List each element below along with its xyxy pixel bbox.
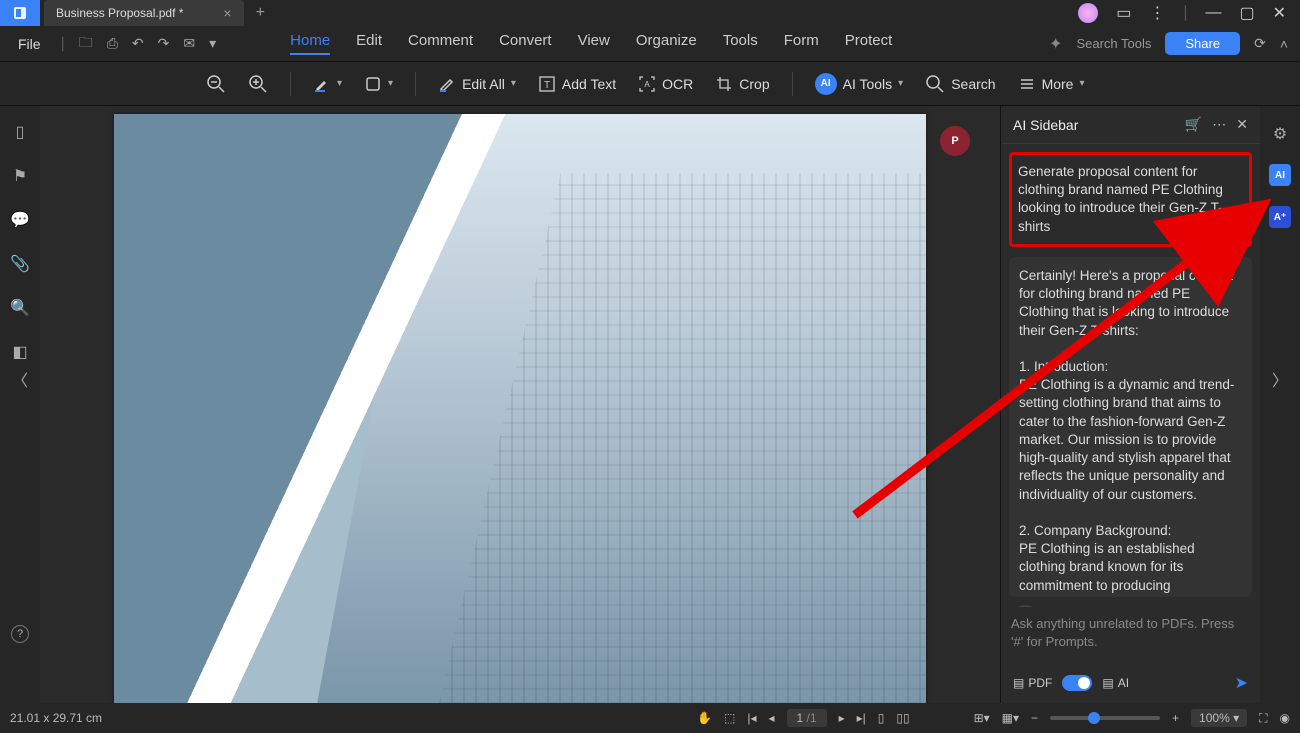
dropdown-icon[interactable]: ▾ [209, 35, 216, 52]
ai-sidebar: AI Sidebar 🛒 ⋯ ✕ Generate proposal conte… [1000, 106, 1260, 703]
tab-title: Business Proposal.pdf * [56, 6, 183, 20]
tab-form[interactable]: Form [784, 32, 819, 55]
zoom-slider[interactable] [1050, 716, 1160, 720]
prev-page-icon[interactable]: ◂ [768, 711, 774, 725]
mail-icon[interactable]: ✉ [183, 35, 195, 52]
next-page-icon[interactable]: ▸ [839, 711, 845, 725]
send-icon[interactable]: ➤ [1235, 673, 1248, 693]
zoom-in-status-icon[interactable]: + [1172, 711, 1179, 725]
hand-tool-icon[interactable]: ✋ [697, 711, 712, 725]
select-tool-icon[interactable]: ⬚ [724, 711, 735, 725]
ai-panel-icon[interactable]: AI [1269, 164, 1291, 186]
zoom-out-icon[interactable] [206, 74, 226, 94]
attachment-icon[interactable]: 📎 [10, 254, 30, 274]
help-icon[interactable]: ? [11, 625, 29, 643]
fit-width-icon[interactable]: ⊞▾ [974, 711, 990, 725]
add-text-tool[interactable]: TAdd Text [538, 75, 616, 93]
tab-convert[interactable]: Convert [499, 32, 552, 55]
ai-input[interactable]: Ask anything unrelated to PDFs. Press '#… [1001, 607, 1260, 663]
collapse-ribbon-icon[interactable]: ˄ [1280, 36, 1288, 52]
translate-icon[interactable]: A⁺ [1269, 206, 1291, 228]
new-tab-button[interactable]: + [256, 4, 265, 22]
pdf-chip: ▤ PDF [1013, 676, 1052, 690]
ppt-badge-icon[interactable]: P [940, 126, 970, 156]
print-icon[interactable]: ⎙ [107, 35, 118, 52]
pdf-page [114, 114, 926, 703]
svg-text:A: A [644, 80, 650, 89]
comment-panel-icon[interactable]: 💬 [10, 210, 30, 230]
highlight-tool[interactable]: ▾ [313, 75, 342, 93]
settings-icon[interactable]: ⚙ [1273, 124, 1287, 144]
ocr-tool[interactable]: AOCR [638, 75, 693, 93]
fit-page-icon[interactable]: ▦▾ [1002, 711, 1019, 725]
more-options-icon[interactable]: ⋯ [1212, 116, 1226, 133]
maximize-icon[interactable]: ▢ [1239, 3, 1254, 23]
right-sidebar: ⚙ AI A⁺ [1260, 106, 1300, 703]
app-icon[interactable] [0, 0, 40, 26]
tab-tools[interactable]: Tools [723, 32, 758, 55]
crop-tool[interactable]: Crop [715, 75, 769, 93]
close-sidebar-icon[interactable]: ✕ [1236, 116, 1248, 133]
svg-text:T: T [544, 80, 550, 91]
tab-comment[interactable]: Comment [408, 32, 473, 55]
kebab-icon[interactable]: ⋮ [1149, 3, 1165, 23]
tab-protect[interactable]: Protect [845, 32, 893, 55]
tab-home[interactable]: Home [290, 32, 330, 55]
ai-chip: ▤ AI [1102, 676, 1129, 690]
document-canvas[interactable]: P [40, 106, 1000, 703]
search-tool[interactable]: Search [925, 74, 995, 94]
share-button[interactable]: Share [1165, 32, 1240, 55]
zoom-value[interactable]: 100% ▾ [1191, 709, 1247, 727]
pdf-toggle[interactable] [1062, 675, 1092, 691]
first-page-icon[interactable]: |◂ [747, 711, 756, 725]
two-page-icon[interactable]: ▯▯ [896, 711, 909, 725]
sync-icon[interactable]: ⟳ [1254, 35, 1266, 52]
file-menu[interactable]: File [12, 34, 47, 54]
single-page-icon[interactable]: ▯ [878, 711, 885, 725]
ai-tools[interactable]: AIAI Tools▾ [815, 73, 904, 95]
minimize-icon[interactable]: — [1205, 4, 1221, 22]
thumbnails-icon[interactable]: ▯ [16, 122, 25, 142]
tab-view[interactable]: View [578, 32, 610, 55]
next-doc-icon[interactable]: 〉 [1272, 367, 1288, 391]
read-mode-icon[interactable]: ◉ [1280, 711, 1290, 725]
tab-organize[interactable]: Organize [636, 32, 697, 55]
document-tab[interactable]: Business Proposal.pdf * × [44, 0, 244, 26]
prev-doc-icon[interactable]: 〈 [12, 367, 28, 391]
hint-icon[interactable]: 💡 [1011, 605, 1039, 607]
tab-edit[interactable]: Edit [356, 32, 382, 55]
page-number[interactable]: 1 /1 [787, 709, 827, 727]
cart-icon[interactable]: 🛒 [1185, 116, 1202, 133]
bookmark-icon[interactable]: ⚑ [13, 166, 27, 186]
last-page-icon[interactable]: ▸| [857, 711, 866, 725]
notify-icon[interactable]: ▭ [1116, 3, 1131, 23]
close-window-icon[interactable]: ✕ [1273, 3, 1286, 23]
shape-tool[interactable]: ▾ [364, 75, 393, 93]
sparkle-icon: ✦ [1049, 34, 1062, 54]
layers-icon[interactable]: ◧ [12, 342, 27, 362]
fullscreen-icon[interactable]: ⛶ [1259, 711, 1267, 726]
redo-icon[interactable]: ↷ [158, 35, 170, 52]
user-prompt: Generate proposal content for clothing b… [1009, 152, 1252, 247]
edit-all-tool[interactable]: Edit All▾ [438, 75, 516, 93]
save-icon[interactable]: 🗀 [79, 32, 93, 56]
page-dimensions: 21.01 x 29.71 cm [10, 711, 102, 725]
left-sidebar: ▯ ⚑ 💬 📎 🔍 ◧ ? [0, 106, 40, 703]
more-tool[interactable]: More▾ [1018, 75, 1085, 93]
ai-reply: Certainly! Here's a proposal content for… [1009, 257, 1252, 597]
search-panel-icon[interactable]: 🔍 [10, 298, 30, 318]
user-avatar[interactable] [1078, 3, 1098, 23]
ai-icon: AI [815, 73, 837, 95]
zoom-out-status-icon[interactable]: − [1031, 711, 1038, 725]
close-tab-icon[interactable]: × [223, 5, 231, 21]
undo-icon[interactable]: ↶ [132, 35, 144, 52]
ai-sidebar-title: AI Sidebar [1013, 117, 1078, 133]
zoom-in-icon[interactable] [248, 74, 268, 94]
search-tools[interactable]: Search Tools [1076, 36, 1151, 51]
